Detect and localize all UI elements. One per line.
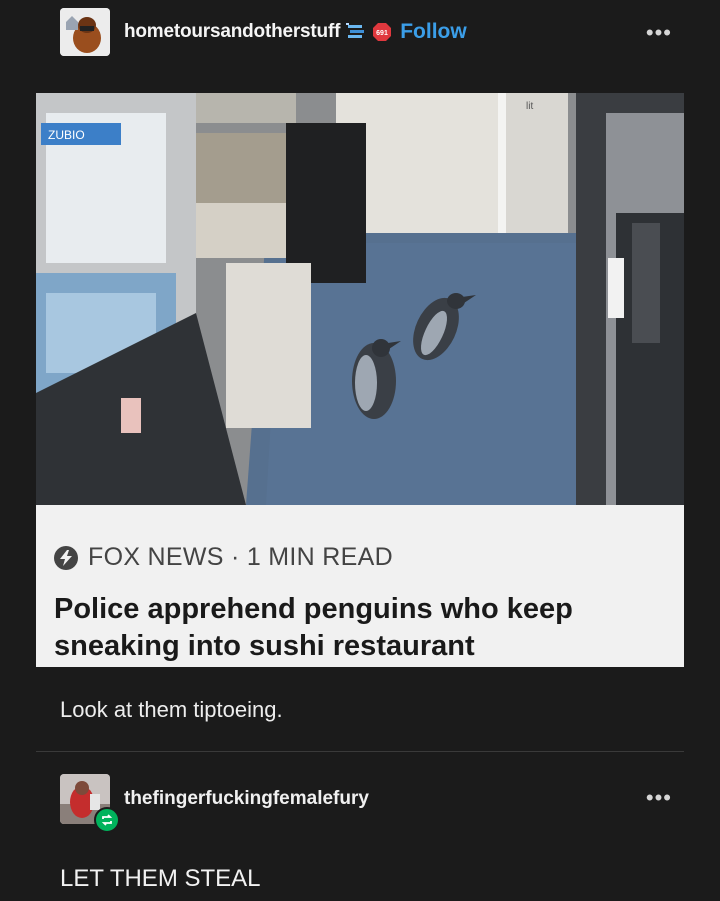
blue-badge-icon [346,22,366,42]
svg-text:lit: lit [526,101,533,112]
post-photo: lit ZUBIO [36,93,684,505]
news-headline: Police apprehend penguins who keep sneak… [54,593,573,662]
post-more-icon[interactable]: ••• [646,20,672,46]
photo-sign-text: ZUBIO [48,128,85,142]
news-source: FOX NEWS · 1 MIN READ [54,543,393,572]
post-header: hometoursandotherstuff 691 Follow ••• [60,8,672,56]
reblog-header: thefingerfuckingfemalefury ••• [60,773,672,825]
news-card[interactable]: FOX NEWS · 1 MIN READ Police apprehend p… [36,505,684,667]
svg-text:691: 691 [376,30,388,37]
news-source-text: FOX NEWS · 1 MIN READ [88,543,393,571]
bolt-icon [54,545,78,570]
reblog-icon [94,807,120,833]
reblog-text: LET THEM STEAL [60,865,261,892]
red-badge-icon: 691 [372,22,392,42]
avatar[interactable] [60,8,110,56]
reblog-username[interactable]: thefingerfuckingfemalefury [124,788,369,810]
post-caption: Look at them tiptoeing. [60,697,283,722]
follow-button[interactable]: Follow [400,20,467,44]
divider [36,751,684,752]
post-username[interactable]: hometoursandotherstuff [124,21,340,43]
reblog-more-icon[interactable]: ••• [646,785,672,811]
